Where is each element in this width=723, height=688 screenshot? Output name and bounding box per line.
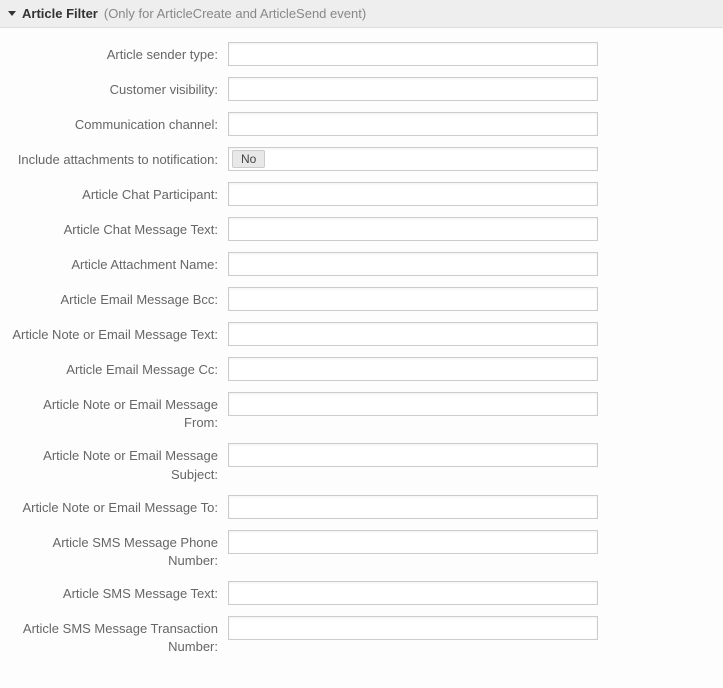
input-email-cc[interactable] <box>228 357 598 381</box>
row-include-attachments: Include attachments to notification: No <box>8 147 715 171</box>
row-customer-visibility: Customer visibility: <box>8 77 715 101</box>
input-customer-visibility[interactable] <box>228 77 598 101</box>
section-title: Article Filter <box>22 6 98 21</box>
label-note-email-to: Article Note or Email Message To: <box>8 495 228 517</box>
label-sms-transaction: Article SMS Message Transaction Number: <box>8 616 228 656</box>
form-body: Article sender type: Customer visibility… <box>0 28 723 688</box>
label-note-email-text: Article Note or Email Message Text: <box>8 322 228 344</box>
label-communication-channel: Communication channel: <box>8 112 228 134</box>
label-attachment-name: Article Attachment Name: <box>8 252 228 274</box>
label-chat-participant: Article Chat Participant: <box>8 182 228 204</box>
row-note-email-to: Article Note or Email Message To: <box>8 495 715 519</box>
label-email-cc: Article Email Message Cc: <box>8 357 228 379</box>
row-article-sender-type: Article sender type: <box>8 42 715 66</box>
label-note-email-from: Article Note or Email Message From: <box>8 392 228 432</box>
label-article-sender-type: Article sender type: <box>8 42 228 64</box>
input-sms-phone[interactable] <box>228 530 598 554</box>
input-note-email-to[interactable] <box>228 495 598 519</box>
input-article-sender-type[interactable] <box>228 42 598 66</box>
row-attachment-name: Article Attachment Name: <box>8 252 715 276</box>
input-sms-transaction[interactable] <box>228 616 598 640</box>
label-note-email-subject: Article Note or Email Message Subject: <box>8 443 228 483</box>
label-sms-text: Article SMS Message Text: <box>8 581 228 603</box>
label-sms-phone: Article SMS Message Phone Number: <box>8 530 228 570</box>
input-note-email-text[interactable] <box>228 322 598 346</box>
row-communication-channel: Communication channel: <box>8 112 715 136</box>
input-attachment-name[interactable] <box>228 252 598 276</box>
row-note-email-subject: Article Note or Email Message Subject: <box>8 443 715 483</box>
input-sms-text[interactable] <box>228 581 598 605</box>
row-sms-phone: Article SMS Message Phone Number: <box>8 530 715 570</box>
input-chat-message-text[interactable] <box>228 217 598 241</box>
select-include-attachments[interactable]: No <box>228 147 598 171</box>
tag-no[interactable]: No <box>232 150 265 168</box>
label-chat-message-text: Article Chat Message Text: <box>8 217 228 239</box>
row-sms-transaction: Article SMS Message Transaction Number: <box>8 616 715 656</box>
label-include-attachments: Include attachments to notification: <box>8 147 228 169</box>
row-email-bcc: Article Email Message Bcc: <box>8 287 715 311</box>
input-chat-participant[interactable] <box>228 182 598 206</box>
row-note-email-from: Article Note or Email Message From: <box>8 392 715 432</box>
label-customer-visibility: Customer visibility: <box>8 77 228 99</box>
label-email-bcc: Article Email Message Bcc: <box>8 287 228 309</box>
input-note-email-from[interactable] <box>228 392 598 416</box>
row-email-cc: Article Email Message Cc: <box>8 357 715 381</box>
row-note-email-text: Article Note or Email Message Text: <box>8 322 715 346</box>
input-note-email-subject[interactable] <box>228 443 598 467</box>
input-email-bcc[interactable] <box>228 287 598 311</box>
collapse-icon <box>8 11 16 16</box>
row-chat-participant: Article Chat Participant: <box>8 182 715 206</box>
section-header[interactable]: Article Filter (Only for ArticleCreate a… <box>0 0 723 28</box>
row-chat-message-text: Article Chat Message Text: <box>8 217 715 241</box>
row-sms-text: Article SMS Message Text: <box>8 581 715 605</box>
input-communication-channel[interactable] <box>228 112 598 136</box>
section-subtitle: (Only for ArticleCreate and ArticleSend … <box>104 6 366 21</box>
